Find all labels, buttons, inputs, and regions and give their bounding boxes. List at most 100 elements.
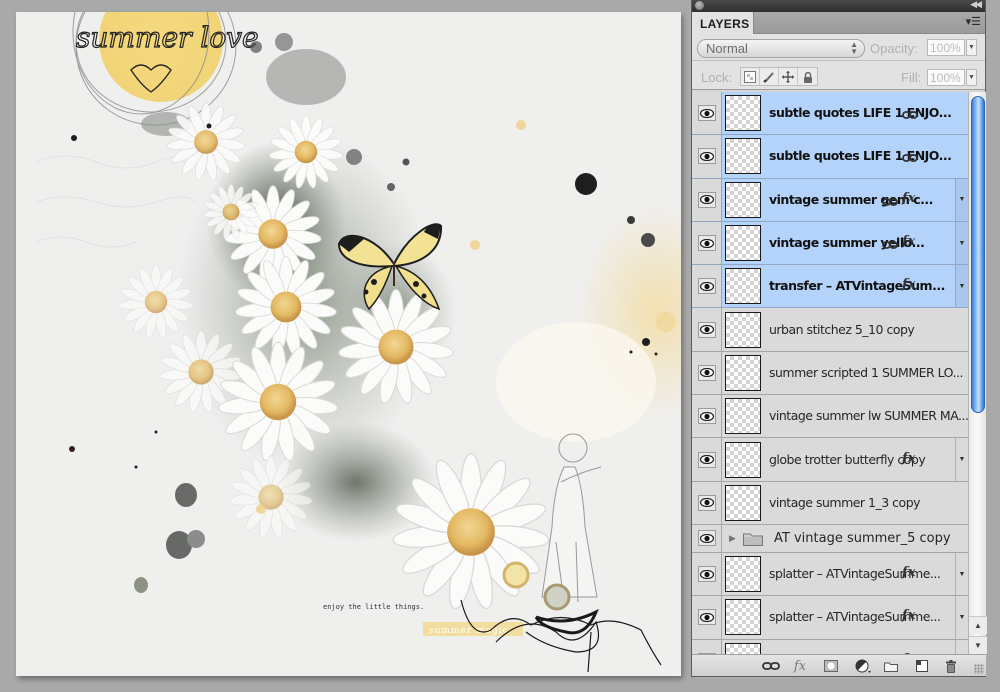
fill-dropdown-arrow[interactable]: ▼ [966, 69, 977, 86]
layer-name[interactable]: vintage summer lw SUMMER MA... [769, 408, 968, 423]
layer-row[interactable]: splatter – ATVintageSumme...fx▼ [692, 639, 968, 654]
visibility-toggle[interactable] [698, 609, 716, 626]
fx-icon[interactable]: fx [902, 451, 915, 466]
new-adjustment-layer-button[interactable] [852, 658, 874, 674]
layer-row[interactable]: splatter – ATVintageSumme...fx▼ [692, 596, 968, 640]
layer-thumbnail[interactable] [725, 599, 761, 636]
delete-layer-button[interactable] [940, 658, 962, 674]
layer-row[interactable]: splatter – ATVintageSumme...fx▼ [692, 552, 968, 597]
new-group-button[interactable] [880, 658, 902, 674]
layer-row[interactable]: subtle quotes LIFE 1 ENJO... [692, 135, 968, 179]
expand-effects-arrow-icon[interactable]: ▼ [955, 178, 968, 221]
visibility-toggle[interactable] [698, 235, 716, 252]
visibility-toggle[interactable] [698, 530, 716, 547]
layer-row[interactable]: vintage summer lw SUMMER MA... [692, 395, 968, 439]
fx-icon[interactable]: fx [902, 277, 915, 292]
layer-name[interactable]: subtle quotes LIFE 1 ENJO... [769, 148, 952, 163]
layer-row[interactable]: vintage summer yello... fx ▼ [692, 221, 968, 266]
layer-name[interactable]: summer scripted 1 SUMMER LO... [769, 365, 963, 380]
layer-name[interactable]: urban stitchez 5_10 copy [769, 322, 915, 337]
visibility-toggle[interactable] [698, 148, 716, 165]
layers-scrollbar[interactable]: ▲ ▼ [968, 92, 987, 654]
opacity-dropdown-arrow[interactable]: ▼ [966, 39, 977, 56]
close-panel-button[interactable] [695, 1, 704, 10]
layer-thumbnail[interactable] [725, 181, 761, 218]
fill-input[interactable]: 100% [927, 69, 965, 86]
expand-effects-arrow-icon[interactable]: ▼ [955, 639, 968, 654]
layer-thumbnail[interactable] [725, 441, 761, 478]
layer-row[interactable]: globe trotter butterfly copy fx ▼ [692, 438, 968, 482]
add-mask-button[interactable] [820, 658, 842, 674]
layer-row[interactable]: summer scripted 1 SUMMER LO... [692, 351, 968, 396]
fx-icon[interactable]: fx [902, 234, 915, 249]
scrollbar-thumb[interactable] [971, 96, 985, 413]
expand-effects-arrow-icon[interactable]: ▼ [955, 438, 968, 481]
expand-group-arrow-icon[interactable]: ▶ [729, 533, 736, 544]
layer-name[interactable]: transfer – ATVintageSum... [769, 278, 945, 293]
visibility-toggle[interactable] [698, 191, 716, 208]
layer-thumbnail[interactable] [725, 138, 761, 175]
scroll-up-button[interactable]: ▲ [969, 616, 987, 634]
layer-thumbnail[interactable] [725, 484, 761, 521]
visibility-cell[interactable] [692, 308, 722, 351]
visibility-cell[interactable] [692, 265, 722, 308]
layers-list[interactable]: subtle quotes LIFE 1 ENJO... subtle quote… [692, 92, 968, 654]
visibility-toggle[interactable] [698, 278, 716, 295]
panel-menu-icon[interactable]: ▾☰ [966, 15, 981, 28]
layer-thumbnail[interactable] [725, 311, 761, 348]
fx-icon[interactable]: fx [902, 565, 915, 580]
visibility-cell[interactable] [692, 596, 722, 639]
visibility-toggle[interactable] [698, 321, 716, 338]
visibility-toggle[interactable] [698, 105, 716, 122]
layer-row[interactable]: urban stitchez 5_10 copy [692, 308, 968, 352]
layer-thumbnail[interactable] [725, 268, 761, 305]
visibility-cell[interactable] [692, 221, 722, 265]
visibility-cell[interactable] [692, 639, 722, 654]
visibility-toggle[interactable] [698, 494, 716, 511]
tab-layers[interactable]: LAYERS [692, 12, 754, 35]
visibility-cell[interactable] [692, 135, 722, 178]
resize-grip[interactable] [974, 664, 984, 674]
expand-effects-arrow-icon[interactable]: ▼ [955, 221, 968, 265]
layer-thumbnail[interactable] [725, 556, 761, 593]
visibility-toggle[interactable] [698, 364, 716, 381]
lock-position-icon[interactable] [779, 68, 798, 85]
opacity-input[interactable]: 100% [927, 39, 965, 56]
layer-thumbnail[interactable] [725, 398, 761, 435]
visibility-cell[interactable] [692, 481, 722, 524]
visibility-toggle[interactable] [698, 566, 716, 583]
visibility-toggle[interactable] [698, 408, 716, 425]
layer-group-row[interactable]: ▶ AT vintage summer_5 copy [692, 524, 968, 553]
lock-image-pixels-icon[interactable] [760, 68, 779, 85]
expand-effects-arrow-icon[interactable]: ▼ [955, 596, 968, 639]
panel-titlebar[interactable]: ◀◀ [692, 0, 985, 12]
visibility-cell[interactable] [692, 395, 722, 438]
lock-all-icon[interactable] [798, 68, 817, 85]
visibility-cell[interactable] [692, 524, 722, 552]
link-layers-button[interactable] [760, 658, 782, 674]
visibility-toggle[interactable] [698, 451, 716, 468]
expand-effects-arrow-icon[interactable]: ▼ [955, 265, 968, 308]
layer-thumbnail[interactable] [725, 95, 761, 132]
layer-name[interactable]: AT vintage summer_5 copy [774, 531, 951, 546]
layer-thumbnail[interactable] [725, 354, 761, 391]
fx-icon[interactable]: fx [902, 608, 915, 623]
layer-name[interactable]: vintage summer 1_3 copy [769, 495, 921, 510]
layer-thumbnail[interactable] [725, 225, 761, 262]
expand-effects-arrow-icon[interactable]: ▼ [955, 552, 968, 596]
visibility-cell[interactable] [692, 178, 722, 221]
document-canvas[interactable]: summer love enjoy the little things. sum… [16, 12, 681, 676]
visibility-cell[interactable] [692, 351, 722, 395]
blend-mode-select[interactable]: Normal ▲ ▼ [697, 39, 865, 58]
layer-name[interactable]: subtle quotes LIFE 1 ENJO... [769, 105, 952, 120]
new-layer-button[interactable] [911, 658, 933, 674]
layer-thumbnail[interactable] [725, 642, 761, 654]
layer-row[interactable]: vintage summer gem c... fx ▼ [692, 178, 968, 222]
layer-row[interactable]: transfer – ATVintageSum... fx ▼ [692, 265, 968, 309]
scroll-down-button[interactable]: ▼ [969, 636, 987, 654]
collapse-panel-icon[interactable]: ◀◀ [970, 0, 982, 10]
lock-transparent-pixels-icon[interactable] [741, 68, 760, 85]
visibility-cell[interactable] [692, 92, 722, 135]
add-layer-style-button[interactable]: fx [789, 658, 811, 674]
visibility-cell[interactable] [692, 552, 722, 596]
